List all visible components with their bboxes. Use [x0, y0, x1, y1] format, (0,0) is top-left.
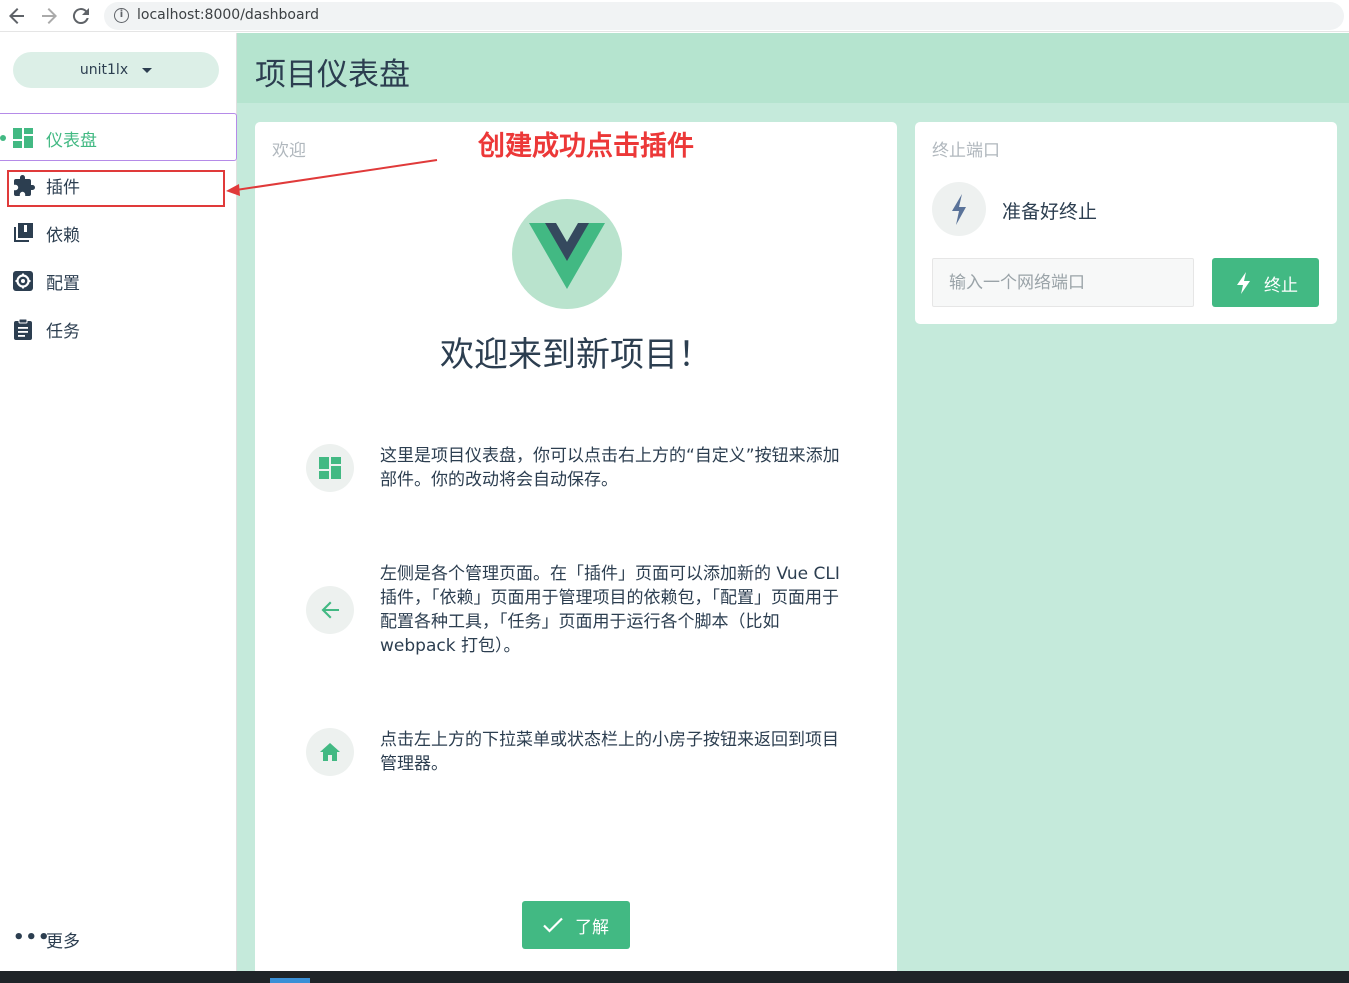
annotation-text: 创建成功点击插件 [478, 131, 694, 162]
os-taskbar [0, 971, 1349, 983]
tip-text: 左侧是各个管理页面。在「插件」页面可以添加新的 Vue CLI 插件，「依赖」页… [380, 564, 840, 656]
welcome-heading: 欢迎来到新项目！ [440, 335, 712, 375]
sidebar-item-label: 任务 [46, 322, 80, 342]
arrow-left-icon [306, 586, 354, 634]
address-bar[interactable]: i localhost:8000/dashboard [104, 2, 1344, 30]
url-text: localhost:8000/dashboard [137, 7, 319, 23]
dashboard-icon [306, 444, 354, 492]
welcome-card-title: 欢迎 [272, 141, 306, 161]
welcome-card: 欢迎 欢迎来到新项目！ 这里是项目仪表盘，你可以点击右上方的“自定义”按钮来添加… [255, 122, 897, 982]
gear-icon [12, 270, 34, 292]
arrow-right-icon[interactable] [37, 4, 61, 28]
bolt-icon [932, 182, 986, 236]
bolt-icon [1234, 271, 1254, 295]
acknowledge-label: 了解 [575, 918, 609, 938]
project-name: unit1lx [79, 62, 129, 78]
books-icon [12, 222, 34, 244]
caret-down-icon [142, 67, 153, 73]
acknowledge-button[interactable]: 了解 [522, 901, 630, 949]
main-content: 项目仪表盘 欢迎 欢迎来到新项目！ 这里是项目仪表盘，你可以点击右上方的“自定义… [237, 33, 1349, 982]
taskbar-app[interactable] [270, 978, 310, 983]
browser-toolbar: i localhost:8000/dashboard [0, 0, 1349, 32]
vue-logo [512, 199, 622, 309]
sidebar-item-label: 依赖 [46, 226, 80, 246]
check-icon [542, 914, 564, 936]
tip-text: 这里是项目仪表盘，你可以点击右上方的“自定义”按钮来添加部件。你的改动将会自动保… [380, 446, 840, 490]
active-indicator [0, 135, 6, 141]
dashboard-icon [12, 127, 34, 149]
kill-button-label: 终止 [1264, 276, 1298, 296]
more-button[interactable]: ••• 更多 [0, 921, 237, 957]
sidebar-item-dependencies[interactable]: 依赖 [0, 209, 237, 257]
port-input[interactable] [932, 258, 1194, 307]
arrow-left-icon[interactable] [5, 4, 29, 28]
sidebar-item-label: 配置 [46, 274, 80, 294]
kill-status-text: 准备好终止 [1002, 201, 1098, 223]
tip-text: 点击左上方的下拉菜单或状态栏上的小房子按钮来返回到项目管理器。 [380, 730, 839, 774]
reload-icon[interactable] [69, 4, 93, 28]
more-dots-icon: ••• [13, 927, 51, 948]
annotation-highlight-box [7, 170, 225, 207]
sidebar-item-configuration[interactable]: 配置 [0, 257, 237, 305]
page-title: 项目仪表盘 [255, 57, 410, 93]
sidebar-item-tasks[interactable]: 任务 [0, 305, 237, 353]
info-icon[interactable]: i [114, 8, 129, 23]
home-icon [306, 728, 354, 776]
sidebar-item-label: 仪表盘 [46, 131, 97, 151]
kill-port-card-title: 终止端口 [932, 141, 1000, 161]
kill-button[interactable]: 终止 [1212, 258, 1319, 307]
sidebar-item-dashboard[interactable]: 仪表盘 [0, 113, 237, 161]
more-label: 更多 [46, 932, 80, 952]
project-select[interactable]: unit1lx [13, 52, 219, 88]
page-header: 项目仪表盘 [237, 33, 1349, 103]
kill-port-card: 终止端口 准备好终止 终止 [915, 122, 1337, 324]
clipboard-icon [12, 318, 34, 340]
